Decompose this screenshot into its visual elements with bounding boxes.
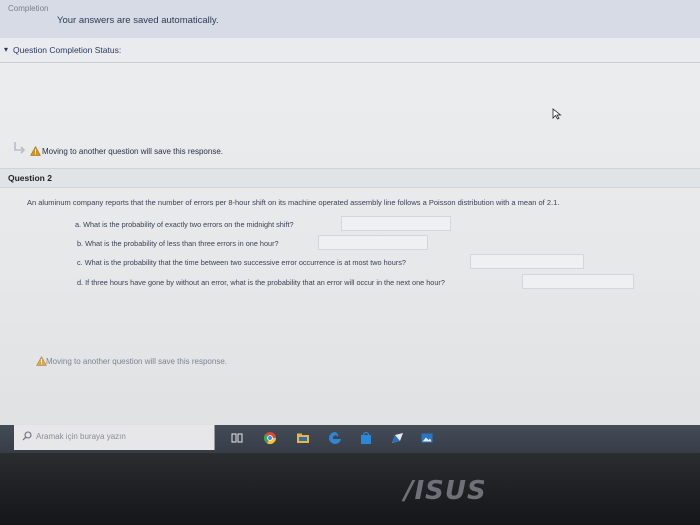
mail-icon[interactable]: [390, 431, 404, 445]
taskbar: Aramak için buraya yazın: [0, 425, 700, 453]
save-notice-bottom: Moving to another question will save thi…: [46, 357, 227, 366]
browser-screen: Completion Your answers are saved automa…: [0, 0, 700, 432]
answer-field-c[interactable]: [470, 254, 584, 269]
file-explorer-icon[interactable]: [296, 431, 310, 445]
mouse-cursor-icon: [552, 108, 562, 120]
status-label: Question Completion Status:: [13, 45, 122, 55]
answer-field-b[interactable]: [318, 235, 428, 250]
chrome-icon[interactable]: [263, 431, 277, 445]
answer-field-d[interactable]: [522, 274, 634, 289]
completion-message: Your answers are saved automatically.: [57, 15, 219, 26]
answer-field-a[interactable]: [341, 216, 451, 231]
sub-question-c: c. What is the probability that the time…: [77, 258, 406, 267]
sub-question-a: a. What is the probability of exactly tw…: [75, 220, 294, 229]
search-placeholder: Aramak için buraya yazın: [36, 432, 126, 441]
warning-icon: [30, 146, 41, 156]
question-text: An aluminum company reports that the num…: [27, 198, 560, 207]
sub-question-d: d. If three hours have gone by without a…: [77, 278, 445, 287]
question-title: Question 2: [8, 173, 52, 183]
taskbar-search[interactable]: Aramak için buraya yazın: [14, 425, 215, 450]
store-icon[interactable]: [359, 431, 373, 445]
laptop-bezel: [0, 453, 700, 525]
collapse-icon[interactable]: ▾: [4, 45, 8, 54]
save-notice-top: Moving to another question will save thi…: [42, 147, 223, 156]
completion-bar: Completion Your answers are saved automa…: [0, 0, 700, 39]
search-icon: [22, 431, 32, 441]
question-completion-status[interactable]: ▾ Question Completion Status:: [0, 38, 700, 63]
navigation-arrow-icon: [14, 142, 26, 154]
task-view-icon[interactable]: [230, 431, 244, 445]
photos-icon[interactable]: [420, 431, 434, 445]
completion-title: Completion: [8, 4, 49, 13]
edge-icon[interactable]: [328, 431, 342, 445]
asus-logo: /ISUS: [404, 476, 487, 506]
question-header: Question 2: [0, 168, 700, 188]
sub-question-b: b. What is the probability of less than …: [77, 239, 279, 248]
